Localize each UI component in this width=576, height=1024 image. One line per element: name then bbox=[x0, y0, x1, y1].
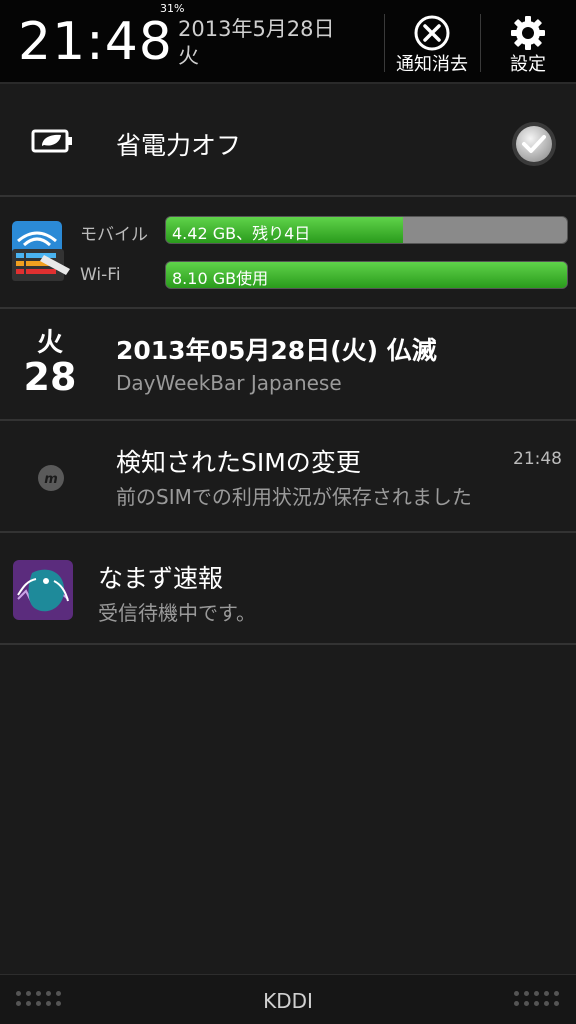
wifi-usage-bar: 8.10 GB使用 bbox=[165, 261, 568, 289]
earthquake-title: なまず速報 bbox=[98, 564, 224, 593]
sim-change-notification[interactable]: m 検知されたSIMの変更 21:48 前のSIMでの利用状況が保存されました bbox=[0, 421, 576, 533]
power-saver-label: 省電力オフ bbox=[116, 131, 242, 160]
calendar-day: 28 bbox=[23, 355, 77, 399]
settings-label: 設定 bbox=[510, 54, 546, 75]
calendar-title: 2013年05月28日(火) 仏滅 bbox=[116, 336, 437, 365]
settings-button[interactable]: 設定 bbox=[482, 8, 574, 80]
sim-title: 検知されたSIMの変更 bbox=[116, 448, 361, 477]
calendar-weekday: 火 bbox=[36, 328, 63, 358]
clock-time: 21:48 bbox=[18, 12, 173, 72]
calendar-subtitle: DayWeekBar Japanese bbox=[116, 371, 342, 395]
drag-handle-right[interactable] bbox=[512, 989, 560, 1011]
clear-icon bbox=[414, 15, 450, 51]
mobile-usage-bar: 4.42 GB、残り4日 bbox=[165, 216, 568, 244]
weekday-line: 火 bbox=[178, 44, 199, 68]
wifi-label: Wi-Fi bbox=[80, 265, 121, 285]
gear-icon bbox=[511, 16, 545, 50]
clear-notifications-button[interactable]: 通知消去 bbox=[386, 8, 478, 80]
data-usage-row[interactable]: モバイル 4.42 GB、残り4日 Wi-Fi 8.10 GB使用 bbox=[0, 197, 576, 309]
carrier-bar: KDDI bbox=[0, 974, 576, 1024]
sim-time: 21:48 bbox=[513, 449, 562, 469]
svg-text:m: m bbox=[44, 472, 58, 487]
wifi-usage-text: 8.10 GB使用 bbox=[172, 269, 269, 288]
power-saver-row[interactable]: 省電力オフ bbox=[0, 86, 576, 197]
catfish-app-icon bbox=[13, 560, 73, 620]
notification-header: 21:48 31% 2013年5月28日 火 通知消去 設定 bbox=[0, 0, 576, 84]
battery-percent: 31% bbox=[160, 2, 185, 15]
divider bbox=[480, 14, 481, 72]
calendar-icon: 火 28 bbox=[20, 329, 80, 397]
date-line: 2013年5月28日 bbox=[178, 17, 335, 41]
header-date: 2013年5月28日 火 bbox=[178, 16, 335, 70]
mobile-label: モバイル bbox=[80, 225, 148, 245]
calendar-notification[interactable]: 火 28 2013年05月28日(火) 仏滅 DayWeekBar Japane… bbox=[0, 309, 576, 421]
power-saver-icon bbox=[31, 129, 72, 153]
divider bbox=[384, 14, 385, 72]
sim-subtitle: 前のSIMでの利用状況が保存されました bbox=[116, 485, 472, 509]
earthquake-alert-notification[interactable]: なまず速報 受信待機中です。 bbox=[0, 533, 576, 645]
power-saver-checkbox[interactable] bbox=[510, 120, 558, 168]
clear-notifications-label: 通知消去 bbox=[396, 54, 468, 75]
data-usage-app-icon bbox=[12, 221, 70, 281]
carrier-name: KDDI bbox=[263, 989, 313, 1013]
sim-monitor-icon: m bbox=[38, 465, 64, 491]
earthquake-subtitle: 受信待機中です。 bbox=[98, 601, 256, 625]
mobile-usage-text: 4.42 GB、残り4日 bbox=[172, 224, 311, 243]
